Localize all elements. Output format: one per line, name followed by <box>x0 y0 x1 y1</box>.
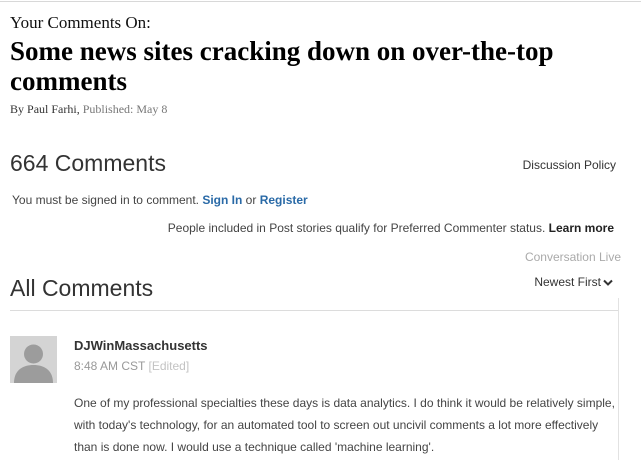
byline-prefix: By <box>10 102 28 116</box>
signin-prefix: You must be signed in to comment. <box>12 193 203 207</box>
comment-timestamp: 8:48 AM CST [Edited] <box>74 359 189 373</box>
comment-time: 8:48 AM CST <box>74 359 146 373</box>
preferred-text: People included in Post stories qualify … <box>167 221 549 235</box>
article-kicker: Your Comments On: <box>10 13 151 32</box>
top-divider <box>0 1 641 2</box>
avatar[interactable] <box>10 336 57 383</box>
article-headline[interactable]: Some news sites cracking down on over-th… <box>10 36 635 96</box>
sign-in-link[interactable]: Sign In <box>202 193 242 207</box>
list-divider <box>10 310 618 311</box>
conversation-live-link[interactable]: Conversation Live <box>525 250 621 264</box>
sort-dropdown[interactable]: Newest First <box>534 275 613 289</box>
author-link[interactable]: Paul Farhi <box>27 102 77 116</box>
or-text: or <box>242 193 260 207</box>
signin-prompt: You must be signed in to comment. Sign I… <box>12 193 308 207</box>
sort-label: Newest First <box>534 275 601 289</box>
comment-body: One of my professional specialties these… <box>74 396 615 454</box>
learn-more-link[interactable]: Learn more <box>549 221 614 235</box>
published-date: Published: May 8 <box>82 102 168 116</box>
register-link[interactable]: Register <box>260 193 308 207</box>
default-avatar-icon <box>10 336 57 383</box>
edited-tag: [Edited] <box>148 359 190 373</box>
chevron-down-icon <box>603 279 613 286</box>
article-byline: By Paul Farhi, Published: May 8 <box>10 102 167 117</box>
comment-count: 664 Comments <box>10 150 166 176</box>
preferred-commenter-note: People included in Post stories qualify … <box>168 221 614 235</box>
all-comments-title: All Comments <box>10 275 154 301</box>
discussion-policy-link[interactable]: Discussion Policy <box>523 158 616 172</box>
comment-author[interactable]: DJWinMassachusetts <box>74 338 208 353</box>
